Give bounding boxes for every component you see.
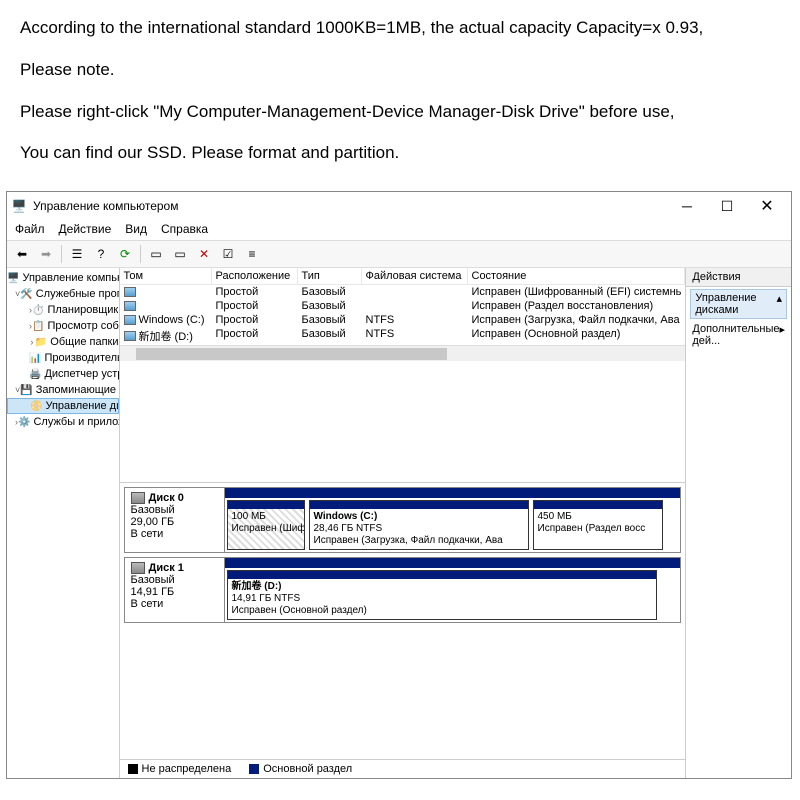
legend-primary: Основной раздел xyxy=(249,763,352,775)
legend: Не распределена Основной раздел xyxy=(120,759,686,778)
volume-list-scrollbar[interactable] xyxy=(120,345,686,361)
titlebar[interactable]: 🖥️ Управление компьютером ─ ☐ ✕ xyxy=(7,192,791,220)
intro-text: According to the international standard … xyxy=(0,0,800,191)
tree-shared-folders[interactable]: ›📁Общие папки xyxy=(7,334,119,350)
tree-services[interactable]: ›⚙️Службы и приложения xyxy=(7,414,119,430)
disk-info[interactable]: Диск 0Базовый29,00 ГБВ сети xyxy=(125,488,225,552)
window-title: Управление компьютером xyxy=(33,199,667,213)
volume-row[interactable]: Windows (C:)ПростойБазовыйNTFSИсправен (… xyxy=(120,313,686,327)
view-top-button[interactable]: ▭ xyxy=(145,243,167,265)
disk-row[interactable]: Диск 0Базовый29,00 ГБВ сети100 МБИсправе… xyxy=(124,487,682,553)
menu-view[interactable]: Вид xyxy=(125,222,147,236)
toolbar: ⬅ ➡ ☰ ? ⟳ ▭ ▭ ✕ ☑ ≡ xyxy=(7,240,791,268)
intro-line-3: Please right-click "My Computer-Manageme… xyxy=(20,100,780,124)
partition[interactable]: Windows (C:)28,46 ГБ NTFSИсправен (Загру… xyxy=(309,500,529,550)
menu-file[interactable]: Файл xyxy=(15,222,45,236)
tree-root[interactable]: 🖥️Управление компьютером (л xyxy=(7,270,119,286)
properties-button[interactable]: ☑ xyxy=(217,243,239,265)
disk-graphical-view[interactable]: Диск 0Базовый29,00 ГБВ сети100 МБИсправе… xyxy=(120,483,686,759)
volume-icon xyxy=(124,301,136,311)
computer-management-window: 🖥️ Управление компьютером ─ ☐ ✕ Файл Дей… xyxy=(6,191,792,779)
intro-line-1: According to the international standard … xyxy=(20,16,780,40)
collapse-icon: ▴ xyxy=(776,292,782,316)
menu-action[interactable]: Действие xyxy=(59,222,112,236)
tree-task-scheduler[interactable]: ›⏱️Планировщик заданий xyxy=(7,302,119,318)
app-icon: 🖥️ xyxy=(11,198,27,214)
tree-disk-management[interactable]: 📀Управление дисками xyxy=(7,398,119,414)
col-volume[interactable]: Том xyxy=(120,268,212,284)
disk-info[interactable]: Диск 1Базовый14,91 ГБВ сети xyxy=(125,558,225,622)
tree-storage[interactable]: ˅💾Запоминающие устройст xyxy=(7,382,119,398)
actions-header: Действия xyxy=(686,268,791,287)
volume-row[interactable]: ПростойБазовыйИсправен (Шифрованный (EFI… xyxy=(120,285,686,299)
col-filesystem[interactable]: Файловая система xyxy=(362,268,468,284)
col-layout[interactable]: Расположение xyxy=(212,268,298,284)
intro-line-2: Please note. xyxy=(20,58,780,82)
center-pane: Том Расположение Тип Файловая система Со… xyxy=(120,268,687,778)
disk-icon xyxy=(131,562,145,574)
volume-icon xyxy=(124,315,136,325)
close-button[interactable]: ✕ xyxy=(747,193,787,219)
refresh-button[interactable]: ⟳ xyxy=(114,243,136,265)
tree-system-tools[interactable]: ˅🛠️Служебные программы xyxy=(7,286,119,302)
help-button[interactable]: ? xyxy=(90,243,112,265)
partition[interactable]: 450 МБИсправен (Раздел восс xyxy=(533,500,663,550)
chevron-right-icon: ▸ xyxy=(779,323,785,347)
tree-performance[interactable]: 📊Производительность xyxy=(7,350,119,366)
view-bottom-button[interactable]: ▭ xyxy=(169,243,191,265)
col-type[interactable]: Тип xyxy=(298,268,362,284)
disk-row[interactable]: Диск 1Базовый14,91 ГБВ сети新加卷 (D:)14,91… xyxy=(124,557,682,623)
minimize-button[interactable]: ─ xyxy=(667,193,707,219)
volume-row[interactable]: ПростойБазовыйИсправен (Раздел восстанов… xyxy=(120,299,686,313)
legend-unallocated: Не распределена xyxy=(128,763,232,775)
actions-group-disk-management[interactable]: Управление дисками▴ xyxy=(690,289,787,319)
col-status[interactable]: Состояние xyxy=(468,268,686,284)
actions-more[interactable]: Дополнительные дей...▸ xyxy=(686,321,791,349)
volume-list-header[interactable]: Том Расположение Тип Файловая система Со… xyxy=(120,268,686,285)
list-button[interactable]: ≡ xyxy=(241,243,263,265)
delete-button[interactable]: ✕ xyxy=(193,243,215,265)
tree-event-viewer[interactable]: ›📋Просмотр событий xyxy=(7,318,119,334)
volume-list[interactable]: Том Расположение Тип Файловая система Со… xyxy=(120,268,686,483)
show-hide-tree-button[interactable]: ☰ xyxy=(66,243,88,265)
disk-icon xyxy=(131,492,145,504)
menubar: Файл Действие Вид Справка xyxy=(7,220,791,240)
tree-device-manager[interactable]: 🖨️Диспетчер устройств xyxy=(7,366,119,382)
partition[interactable]: 新加卷 (D:)14,91 ГБ NTFSИсправен (Основной … xyxy=(227,570,657,620)
volume-row[interactable]: 新加卷 (D:)ПростойБазовыйNTFSИсправен (Осно… xyxy=(120,327,686,345)
actions-pane: Действия Управление дисками▴ Дополнитель… xyxy=(686,268,791,778)
partition[interactable]: 100 МБИсправен (Шифр xyxy=(227,500,305,550)
forward-button[interactable]: ➡ xyxy=(35,243,57,265)
back-button[interactable]: ⬅ xyxy=(11,243,33,265)
volume-icon xyxy=(124,331,136,341)
menu-help[interactable]: Справка xyxy=(161,222,208,236)
maximize-button[interactable]: ☐ xyxy=(707,193,747,219)
volume-icon xyxy=(124,287,136,297)
nav-tree[interactable]: 🖥️Управление компьютером (л ˅🛠️Служебные… xyxy=(7,268,120,778)
intro-line-4: You can find our SSD. Please format and … xyxy=(20,141,780,165)
